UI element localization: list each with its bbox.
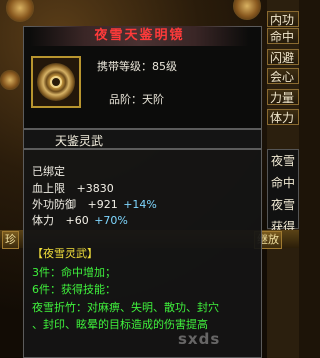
secondary-tip-line: 夜雪: [271, 154, 296, 168]
secondary-tip-line: 命中: [271, 176, 296, 190]
stat-label-mingzhong: 命中: [267, 28, 299, 44]
ornament-icon: [0, 70, 20, 90]
bound-status: 已绑定: [32, 165, 65, 178]
item-name: 天鉴灵武: [55, 134, 104, 148]
secondary-tip-line: 夜雪: [271, 198, 296, 212]
stat-value: +3830: [76, 182, 114, 195]
set-bonus-line: 3件：命中增加；: [32, 266, 116, 279]
item-name-bar: 天鉴灵武: [23, 129, 262, 149]
stat-label-liliang: 力量: [267, 89, 299, 105]
stat-row-hp: 血上限 +3830: [32, 180, 114, 196]
mirror-artifact-icon: [31, 56, 81, 108]
stat-value: +60: [65, 214, 89, 227]
stat-bonus: +70%: [94, 214, 128, 227]
set-bonus-line: 6件：获得技能：: [32, 283, 116, 296]
item-grade: 品阶：天阶: [109, 93, 164, 106]
site-watermark: sxds: [178, 330, 221, 348]
stat-value: +921: [87, 198, 118, 211]
item-title: 夜雪天鉴明镜: [30, 26, 249, 46]
set-bonus-line: 夜雪折竹：对麻痹、失明、散功、封穴: [32, 301, 219, 314]
stat-label: 体力: [32, 214, 54, 227]
set-title: 【夜雪灵武】: [32, 247, 98, 260]
carry-level: 携带等级：85级: [97, 60, 177, 73]
stat-label: 外功防御: [32, 198, 76, 211]
stat-label: 血上限: [32, 182, 65, 195]
bag-tab-button[interactable]: 珍: [2, 231, 19, 249]
secondary-tooltip: 夜雪 命中 夜雪 获得: [267, 149, 299, 234]
stat-bonus: +14%: [123, 198, 157, 211]
stat-label-neigong: 内功: [267, 11, 299, 27]
stat-label-shanbi: 闪避: [267, 49, 299, 65]
stat-label-tili: 体力: [267, 109, 299, 125]
stat-label-huixin: 会心: [267, 68, 299, 84]
stat-row-constitution: 体力 +60 +70%: [32, 212, 128, 228]
stat-row-defense: 外功防御 +921 +14%: [32, 196, 157, 212]
